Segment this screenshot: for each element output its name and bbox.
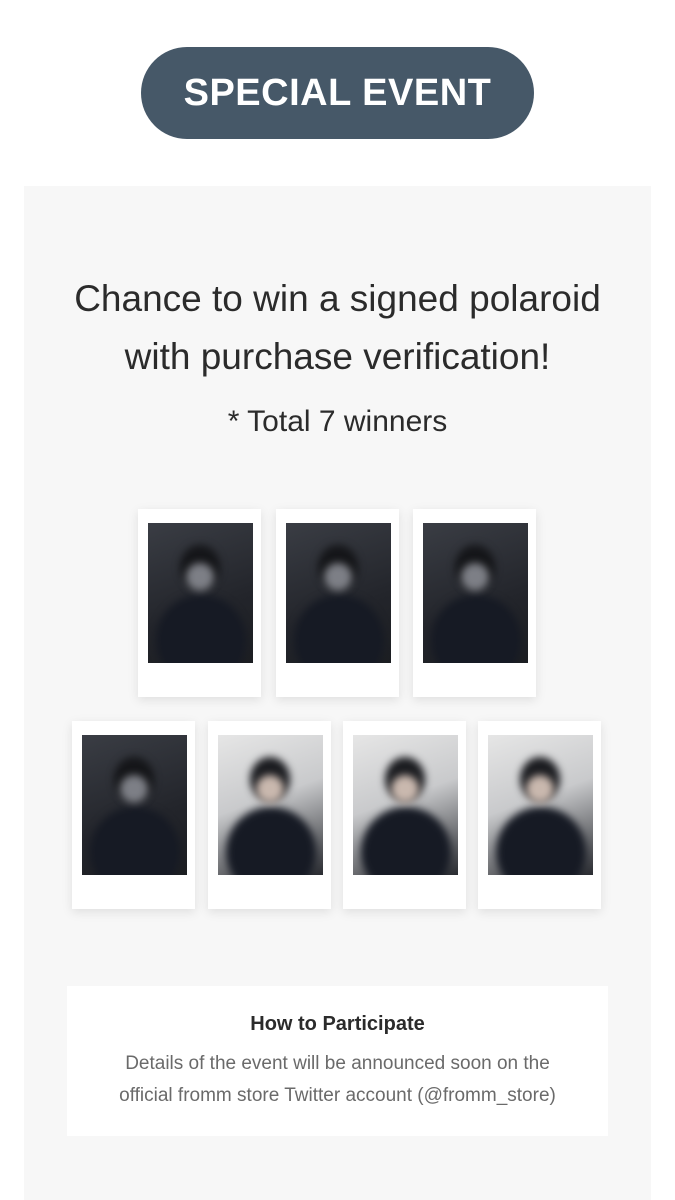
- polaroid-photo: [423, 523, 528, 663]
- winners-note: * Total 7 winners: [227, 405, 448, 438]
- polaroid-5: [208, 721, 331, 909]
- polaroid-3: [413, 509, 536, 697]
- how-to-line-2: official fromm store Twitter account (@f…: [119, 1085, 556, 1106]
- special-event-badge: SPECIAL EVENT: [141, 47, 534, 139]
- how-to-title: How to Participate: [250, 1013, 425, 1035]
- headline-line-2: with purchase verification!: [124, 336, 551, 377]
- headline-line-1: Chance to win a signed polaroid: [74, 278, 601, 319]
- polaroid-2: [276, 509, 399, 697]
- polaroid-photo: [488, 735, 593, 875]
- event-headline: Chance to win a signed polaroid with pur…: [0, 270, 675, 386]
- polaroid-1: [138, 509, 261, 697]
- polaroid-photo: [353, 735, 458, 875]
- polaroid-4: [72, 721, 195, 909]
- polaroid-6: [343, 721, 466, 909]
- how-to-participate-box: How to Participate Details of the event …: [67, 986, 608, 1136]
- polaroid-photo: [286, 523, 391, 663]
- badge-label: SPECIAL EVENT: [183, 71, 492, 114]
- polaroid-photo: [148, 523, 253, 663]
- polaroid-photo: [82, 735, 187, 875]
- how-to-line-1: Details of the event will be announced s…: [125, 1053, 550, 1074]
- how-to-body: Details of the event will be announced s…: [87, 1048, 588, 1112]
- polaroid-7: [478, 721, 601, 909]
- polaroid-photo: [218, 735, 323, 875]
